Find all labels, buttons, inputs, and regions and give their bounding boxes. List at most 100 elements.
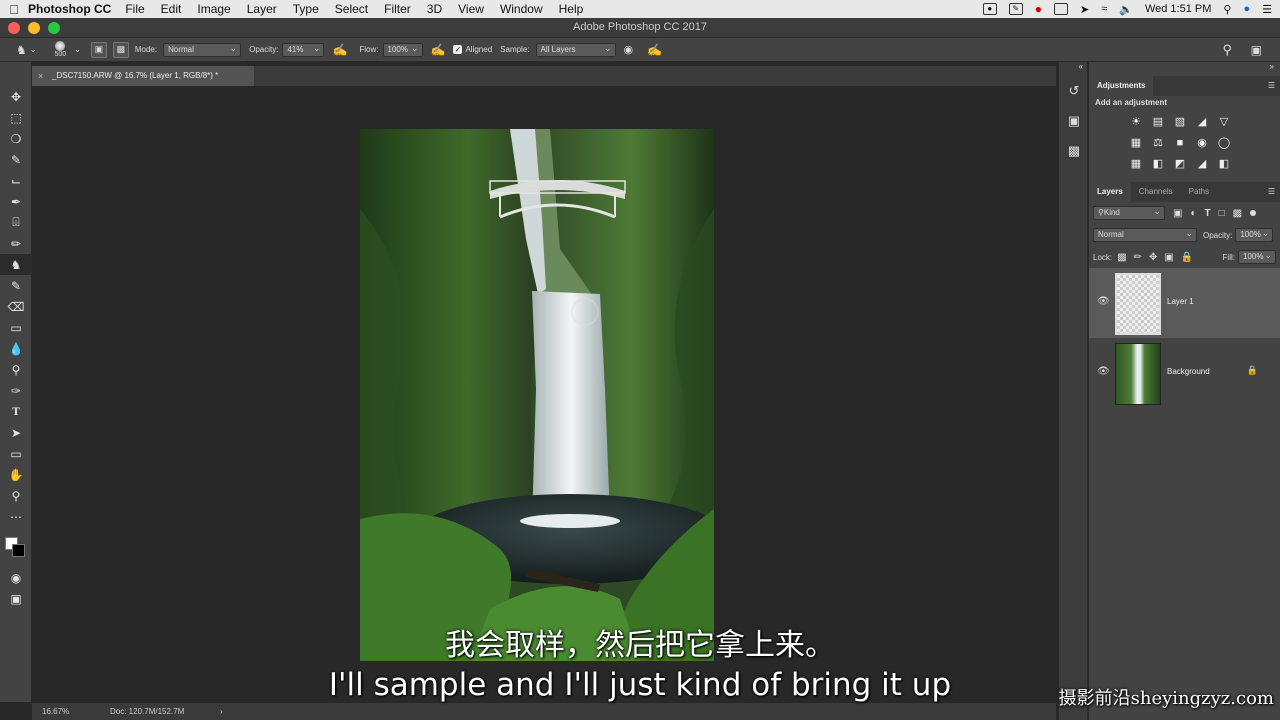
lock-artboard-icon[interactable]: ▣	[1164, 252, 1173, 263]
color-swatches[interactable]	[0, 527, 31, 567]
close-tab-icon[interactable]: ×	[38, 66, 43, 86]
workspace-icon[interactable]: ▣	[1251, 43, 1262, 57]
layer-opacity-field[interactable]: 100%	[1235, 227, 1274, 242]
creative-cloud-icon[interactable]: ●	[1035, 2, 1042, 16]
pressure-size-icon[interactable]: ✍	[647, 43, 662, 57]
type-tool-icon[interactable]: T	[0, 401, 32, 422]
brush-settings-panel-icon[interactable]: ▣	[1059, 106, 1089, 136]
path-select-tool-icon[interactable]: ➤	[0, 422, 32, 443]
visibility-eye-icon[interactable]: 👁	[1097, 296, 1110, 307]
clone-source-panel-icon[interactable]: ▩	[1059, 136, 1089, 166]
screen-record-icon[interactable]: ●	[982, 3, 997, 15]
search-icon[interactable]: ⚲	[1223, 3, 1231, 16]
exposure-icon[interactable]: ◢	[1193, 113, 1211, 130]
hand-tool-icon[interactable]: ✋	[0, 464, 32, 485]
dodge-tool-icon[interactable]: ⚲	[0, 359, 32, 380]
expand-icon[interactable]: »	[1089, 62, 1280, 76]
brush-picker[interactable]: 500	[54, 41, 66, 58]
notes-icon[interactable]: ✎	[1008, 3, 1023, 15]
panel-menu-icon[interactable]: ☰	[1268, 182, 1275, 202]
tab-layers[interactable]: Layers	[1089, 182, 1131, 202]
menu-type[interactable]: Type	[293, 2, 319, 16]
color-lookup-icon[interactable]: ▦	[1127, 155, 1145, 172]
move-tool-icon[interactable]: ✥	[0, 86, 32, 107]
vibrance-icon[interactable]: ▽	[1215, 113, 1233, 130]
posterize-icon[interactable]: ◩	[1171, 155, 1189, 172]
sample-select[interactable]: All Layers	[535, 42, 616, 57]
clone-stamp-tool-icon[interactable]: ♞	[0, 254, 32, 275]
healing-brush-tool-icon[interactable]: ⌹	[0, 212, 32, 233]
menu-filter[interactable]: Filter	[384, 2, 411, 16]
flow-field[interactable]: 100%	[382, 42, 423, 57]
menu-file[interactable]: File	[125, 2, 144, 16]
channel-mixer-icon[interactable]: ◯	[1215, 134, 1233, 151]
invert-icon[interactable]: ◧	[1149, 155, 1167, 172]
background-color-swatch[interactable]	[12, 544, 25, 557]
layer-name[interactable]: Layer 1	[1167, 297, 1194, 306]
gradient-tool-icon[interactable]: ▭	[0, 317, 32, 338]
tab-adjustments[interactable]: Adjustments	[1089, 76, 1154, 96]
more-tools-icon[interactable]: ⋯	[0, 506, 32, 527]
chevron-right-icon[interactable]: ›	[220, 703, 223, 720]
layer-row[interactable]: 👁 Background 🔒	[1089, 338, 1280, 408]
panel-menu-icon[interactable]: ☰	[1268, 76, 1275, 96]
menu-view[interactable]: View	[458, 2, 484, 16]
menu-layer[interactable]: Layer	[247, 2, 277, 16]
lock-all-icon[interactable]: 🔒	[1181, 252, 1193, 263]
layer-name[interactable]: Background	[1167, 367, 1210, 376]
siri-icon[interactable]: ●	[1243, 3, 1250, 15]
layer-thumbnail[interactable]	[1115, 273, 1161, 335]
collapse-icon[interactable]: «	[1059, 62, 1087, 76]
menu-help[interactable]: Help	[559, 2, 584, 16]
apple-icon[interactable]: 	[0, 2, 28, 17]
filter-pixel-icon[interactable]: ▣	[1173, 208, 1182, 219]
chevron-down-icon[interactable]: ⌄	[74, 45, 81, 54]
tool-preset-picker[interactable]: ♞ ⌄	[16, 43, 36, 57]
ignore-adjustment-layers-icon[interactable]: ◉	[624, 43, 634, 56]
filter-smart-object-icon[interactable]: ▩	[1233, 208, 1242, 219]
color-balance-icon[interactable]: ⚖	[1149, 134, 1167, 151]
quick-mask-icon[interactable]: ◉	[0, 567, 32, 588]
levels-icon[interactable]: ▤	[1149, 113, 1167, 130]
location-icon[interactable]: ➤	[1080, 3, 1089, 16]
notification-center-icon[interactable]: ☰	[1262, 3, 1272, 16]
selective-color-icon[interactable]: ◧	[1215, 155, 1233, 172]
tab-paths[interactable]: Paths	[1181, 182, 1217, 202]
display-icon[interactable]	[1053, 3, 1068, 15]
document-tab[interactable]: × _DSC7150.ARW @ 16.7% (Layer 1, RGB/8*)…	[32, 66, 254, 86]
filter-shape-icon[interactable]: □	[1219, 208, 1225, 219]
brightness-contrast-icon[interactable]: ☀	[1127, 113, 1145, 130]
fill-field[interactable]: 100%	[1238, 249, 1276, 264]
menu-select[interactable]: Select	[335, 2, 368, 16]
marquee-tool-icon[interactable]: ⬚	[0, 107, 32, 128]
document-canvas-photo[interactable]	[360, 129, 714, 661]
app-menu[interactable]: Photoshop CC	[28, 2, 111, 16]
zoom-tool-icon[interactable]: ⚲	[0, 485, 32, 506]
eraser-tool-icon[interactable]: ⌫	[0, 296, 32, 317]
opacity-field[interactable]: 41%	[282, 42, 325, 57]
lasso-tool-icon[interactable]: ❍	[0, 128, 32, 149]
mode-select[interactable]: Normal	[163, 42, 242, 57]
pen-tool-icon[interactable]: ✑	[0, 380, 32, 401]
airbrush-icon[interactable]: ✍	[431, 43, 446, 57]
history-panel-icon[interactable]: ↺	[1059, 76, 1089, 106]
search-icon[interactable]: ⚲	[1222, 42, 1232, 58]
lock-pixels-icon[interactable]: ✏	[1134, 252, 1142, 263]
brush-tool-icon[interactable]: ✏	[0, 233, 32, 254]
filter-type-icon[interactable]: T	[1205, 208, 1211, 219]
screen-mode-icon[interactable]: ▣	[0, 588, 32, 609]
lock-position-icon[interactable]: ✥	[1149, 252, 1157, 263]
layer-thumbnail[interactable]	[1115, 343, 1161, 405]
blur-tool-icon[interactable]: 💧	[0, 338, 32, 359]
clone-source-icon[interactable]: ▩	[112, 41, 129, 58]
menu-window[interactable]: Window	[500, 2, 543, 16]
tab-channels[interactable]: Channels	[1131, 182, 1181, 202]
clock[interactable]: Wed 1:51 PM	[1145, 3, 1211, 15]
volume-icon[interactable]: 🔈	[1119, 3, 1133, 16]
aligned-checkbox[interactable]: ✓	[453, 45, 463, 54]
photo-filter-icon[interactable]: ◉	[1193, 134, 1211, 151]
menu-edit[interactable]: Edit	[161, 2, 182, 16]
brush-settings-icon[interactable]: ▣	[90, 41, 107, 58]
lock-transparency-icon[interactable]: ▩	[1117, 252, 1126, 263]
layer-row[interactable]: 👁 Layer 1	[1089, 268, 1280, 338]
